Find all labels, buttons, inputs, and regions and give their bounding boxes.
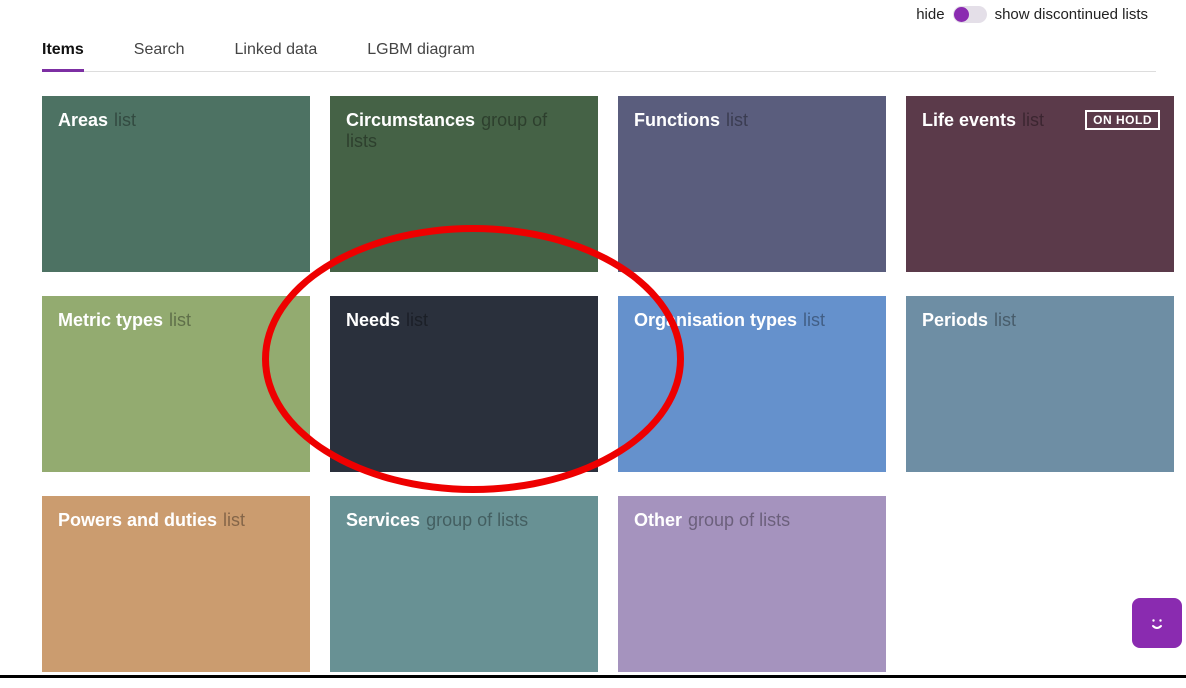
card-areas[interactable]: Areas list [42, 96, 310, 272]
card-title: Services [346, 510, 420, 530]
card-type-label: list [726, 110, 748, 130]
card-type-label: group of lists [426, 510, 528, 530]
card-title: Powers and duties [58, 510, 217, 530]
card-type-label: list [169, 310, 191, 330]
discontinued-toggle[interactable] [953, 6, 987, 23]
help-fab[interactable] [1132, 598, 1182, 648]
smiley-icon [1145, 611, 1169, 635]
card-grid: AreaslistCircumstancesgroup of listsFunc… [42, 96, 1156, 672]
card-title: Metric types [58, 310, 163, 330]
card-periods[interactable]: Periods list [906, 296, 1174, 472]
card-title: Circumstances [346, 110, 475, 130]
card-circumstances[interactable]: Circumstancesgroup of lists [330, 96, 598, 272]
card-type-label: list [803, 310, 825, 330]
card-other[interactable]: Other group of lists [618, 496, 886, 672]
card-title: Periods [922, 310, 988, 330]
card-services[interactable]: Services group of lists [330, 496, 598, 672]
card-badge: ON HOLD [1085, 110, 1160, 130]
card-title: Functions [634, 110, 720, 130]
tab-lgbm-diagram[interactable]: LGBM diagram [367, 35, 475, 71]
card-organisation-types[interactable]: Organisation types list [618, 296, 886, 472]
card-title: Needs [346, 310, 400, 330]
card-title: Other [634, 510, 682, 530]
discontinued-toggle-row: hide show discontinued lists [42, 0, 1156, 29]
card-life-events[interactable]: Life events list ON HOLD [906, 96, 1174, 272]
card-functions[interactable]: Functions list [618, 96, 886, 272]
toggle-knob [954, 7, 969, 22]
card-type-label: list [114, 110, 136, 130]
toggle-show-label: show discontinued lists [995, 6, 1148, 23]
card-type-label: list [223, 510, 245, 530]
tab-items[interactable]: Items [42, 35, 84, 72]
card-type-label: group of lists [688, 510, 790, 530]
card-metric-types[interactable]: Metric types list [42, 296, 310, 472]
tab-linked-data[interactable]: Linked data [235, 35, 318, 71]
card-type-label: list [1022, 110, 1044, 130]
bottom-border [0, 675, 1186, 678]
card-type-label: list [994, 310, 1016, 330]
card-type-label: list [406, 310, 428, 330]
card-needs[interactable]: Needs list [330, 296, 598, 472]
card-title: Organisation types [634, 310, 797, 330]
card-title: Life events [922, 110, 1016, 130]
tabs: Items Search Linked data LGBM diagram [42, 35, 1156, 72]
card-title: Areas [58, 110, 108, 130]
toggle-hide-label: hide [916, 6, 944, 23]
card-powers-and-duties[interactable]: Powers and duties list [42, 496, 310, 672]
tab-search[interactable]: Search [134, 35, 185, 71]
